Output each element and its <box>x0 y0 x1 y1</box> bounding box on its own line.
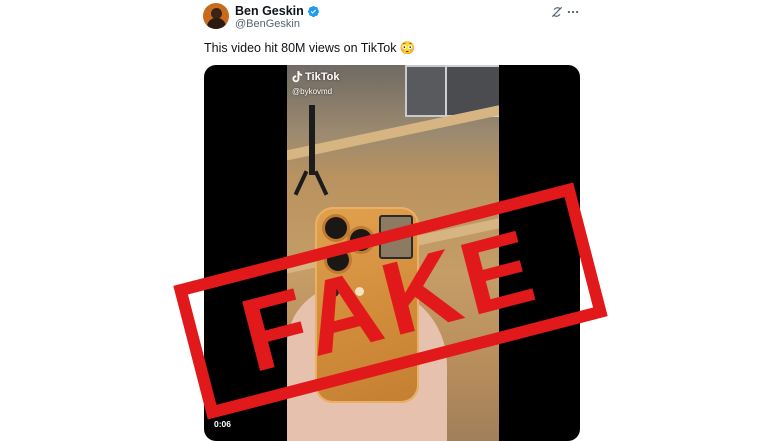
phone-stand <box>309 105 315 175</box>
tiktok-logo-icon <box>292 71 303 83</box>
grok-icon[interactable] <box>550 5 564 19</box>
tiktok-brand: TikTok <box>305 71 340 83</box>
author-name-row[interactable]: Ben Geskin <box>235 4 320 18</box>
avatar-body <box>207 18 226 29</box>
tiktok-username: @bykovmd <box>292 87 333 96</box>
stand-leg <box>313 170 329 196</box>
tweet-text: This video hit 80M views on TikTok 😳 <box>204 41 416 55</box>
verified-badge-icon <box>307 5 319 17</box>
tiktok-watermark: TikTok <box>292 71 339 83</box>
author-name[interactable]: Ben Geskin <box>235 4 304 18</box>
tweet-avatar[interactable] <box>203 3 229 29</box>
stand-leg <box>293 170 309 196</box>
more-options-icon[interactable] <box>566 5 580 19</box>
camera-lens <box>325 217 347 239</box>
author-handle[interactable]: @BenGeskin <box>235 18 300 30</box>
video-timestamp: 0:06 <box>214 419 232 429</box>
